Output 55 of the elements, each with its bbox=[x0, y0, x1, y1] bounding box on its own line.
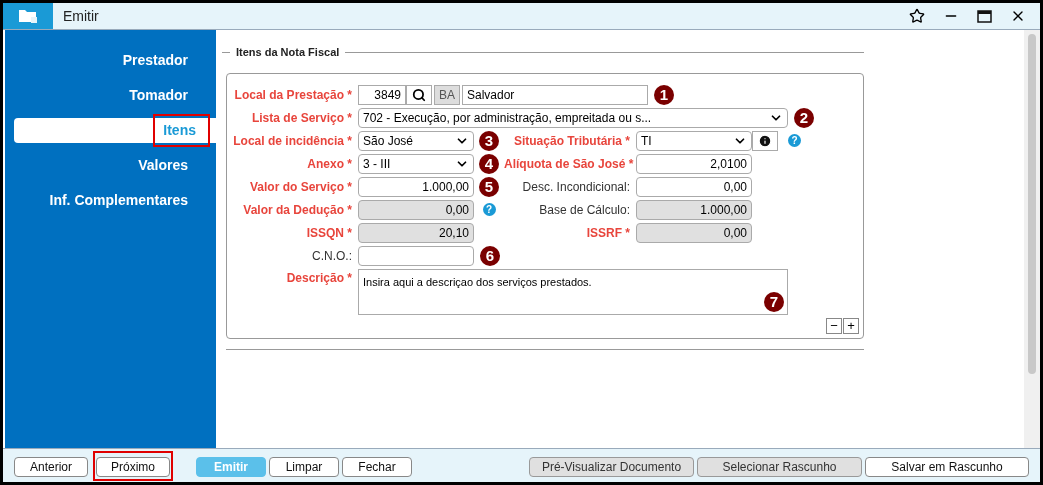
sidebar-item[interactable]: Prestador bbox=[14, 48, 216, 73]
footer-button[interactable]: Anterior bbox=[14, 456, 88, 477]
text-field[interactable] bbox=[358, 245, 474, 266]
remove-button[interactable]: − bbox=[826, 317, 842, 334]
dropdown-field[interactable]: 3 - III bbox=[358, 153, 474, 174]
footer-button[interactable]: Salvar em Rascunho bbox=[865, 456, 1029, 477]
window-title: Emitir bbox=[63, 6, 99, 26]
field-label: Valor da Dedução * bbox=[242, 201, 353, 219]
sidebar-item[interactable]: Inf. Complementares bbox=[14, 188, 216, 213]
field-label: Descrição * bbox=[285, 269, 353, 287]
step-number-badge: 6 bbox=[480, 245, 500, 266]
field-label: Base de Cálculo: bbox=[538, 201, 631, 219]
step-number-badge: 5 bbox=[479, 176, 499, 197]
field-label: Desc. Incondicional: bbox=[521, 178, 631, 196]
info-icon bbox=[758, 133, 772, 148]
footer-button[interactable]: Limpar bbox=[269, 456, 339, 477]
star-icon[interactable] bbox=[909, 8, 925, 24]
field-label: ISSQN * bbox=[305, 224, 353, 242]
text-field[interactable]: 1.000,00 bbox=[358, 176, 474, 197]
step-number-badge: 4 bbox=[479, 153, 499, 174]
field-label: Alíquota de São José * bbox=[504, 155, 635, 173]
section-title: Itens da Nota Fiscal bbox=[236, 45, 340, 60]
code-field[interactable]: 3849 bbox=[358, 84, 406, 105]
step-number-badge: 3 bbox=[479, 130, 499, 151]
maximize-icon[interactable] bbox=[977, 9, 992, 23]
field-label: Local da Prestação * bbox=[233, 86, 353, 104]
text-field[interactable]: 2,0100 bbox=[636, 153, 752, 174]
folder-icon bbox=[18, 8, 38, 24]
step-number-badge: 1 bbox=[654, 84, 674, 105]
field-label: C.N.O.: bbox=[311, 247, 353, 265]
dropdown-field[interactable]: São José bbox=[358, 130, 474, 151]
search-button[interactable] bbox=[406, 84, 432, 105]
state-field: BA bbox=[434, 84, 460, 105]
field-label: ISSRF * bbox=[585, 224, 631, 242]
search-icon bbox=[412, 87, 426, 102]
scrollbar[interactable] bbox=[1024, 30, 1040, 448]
info-button[interactable] bbox=[752, 130, 778, 151]
field-label: Valor do Serviço * bbox=[248, 178, 353, 196]
dropdown-field[interactable]: TI bbox=[636, 130, 752, 151]
city-field[interactable]: Salvador bbox=[462, 84, 648, 105]
field-label: Anexo * bbox=[306, 155, 353, 173]
field-label: Local de incidência * bbox=[232, 132, 353, 150]
field-label: Lista de Serviço * bbox=[250, 109, 353, 127]
add-button[interactable]: + bbox=[843, 317, 859, 334]
dropdown-field[interactable]: 702 - Execução, por administração, empreitada ou s... bbox=[358, 107, 788, 128]
footer-button[interactable]: Próximo bbox=[96, 456, 170, 477]
text-field[interactable]: 0,00 bbox=[636, 176, 752, 197]
field-label: Situação Tributária * bbox=[512, 132, 631, 150]
scrollbar-thumb[interactable] bbox=[1028, 34, 1036, 374]
sidebar-item[interactable]: Valores bbox=[14, 153, 216, 178]
step-number-badge: 7 bbox=[764, 291, 784, 312]
footer-button[interactable]: Fechar bbox=[342, 456, 412, 477]
sidebar-item[interactable]: Tomador bbox=[14, 83, 216, 108]
description-textarea[interactable]: Insira aqui a descriçao dos serviços prestados. 7 bbox=[358, 268, 788, 315]
step-number-badge: 2 bbox=[794, 107, 814, 128]
